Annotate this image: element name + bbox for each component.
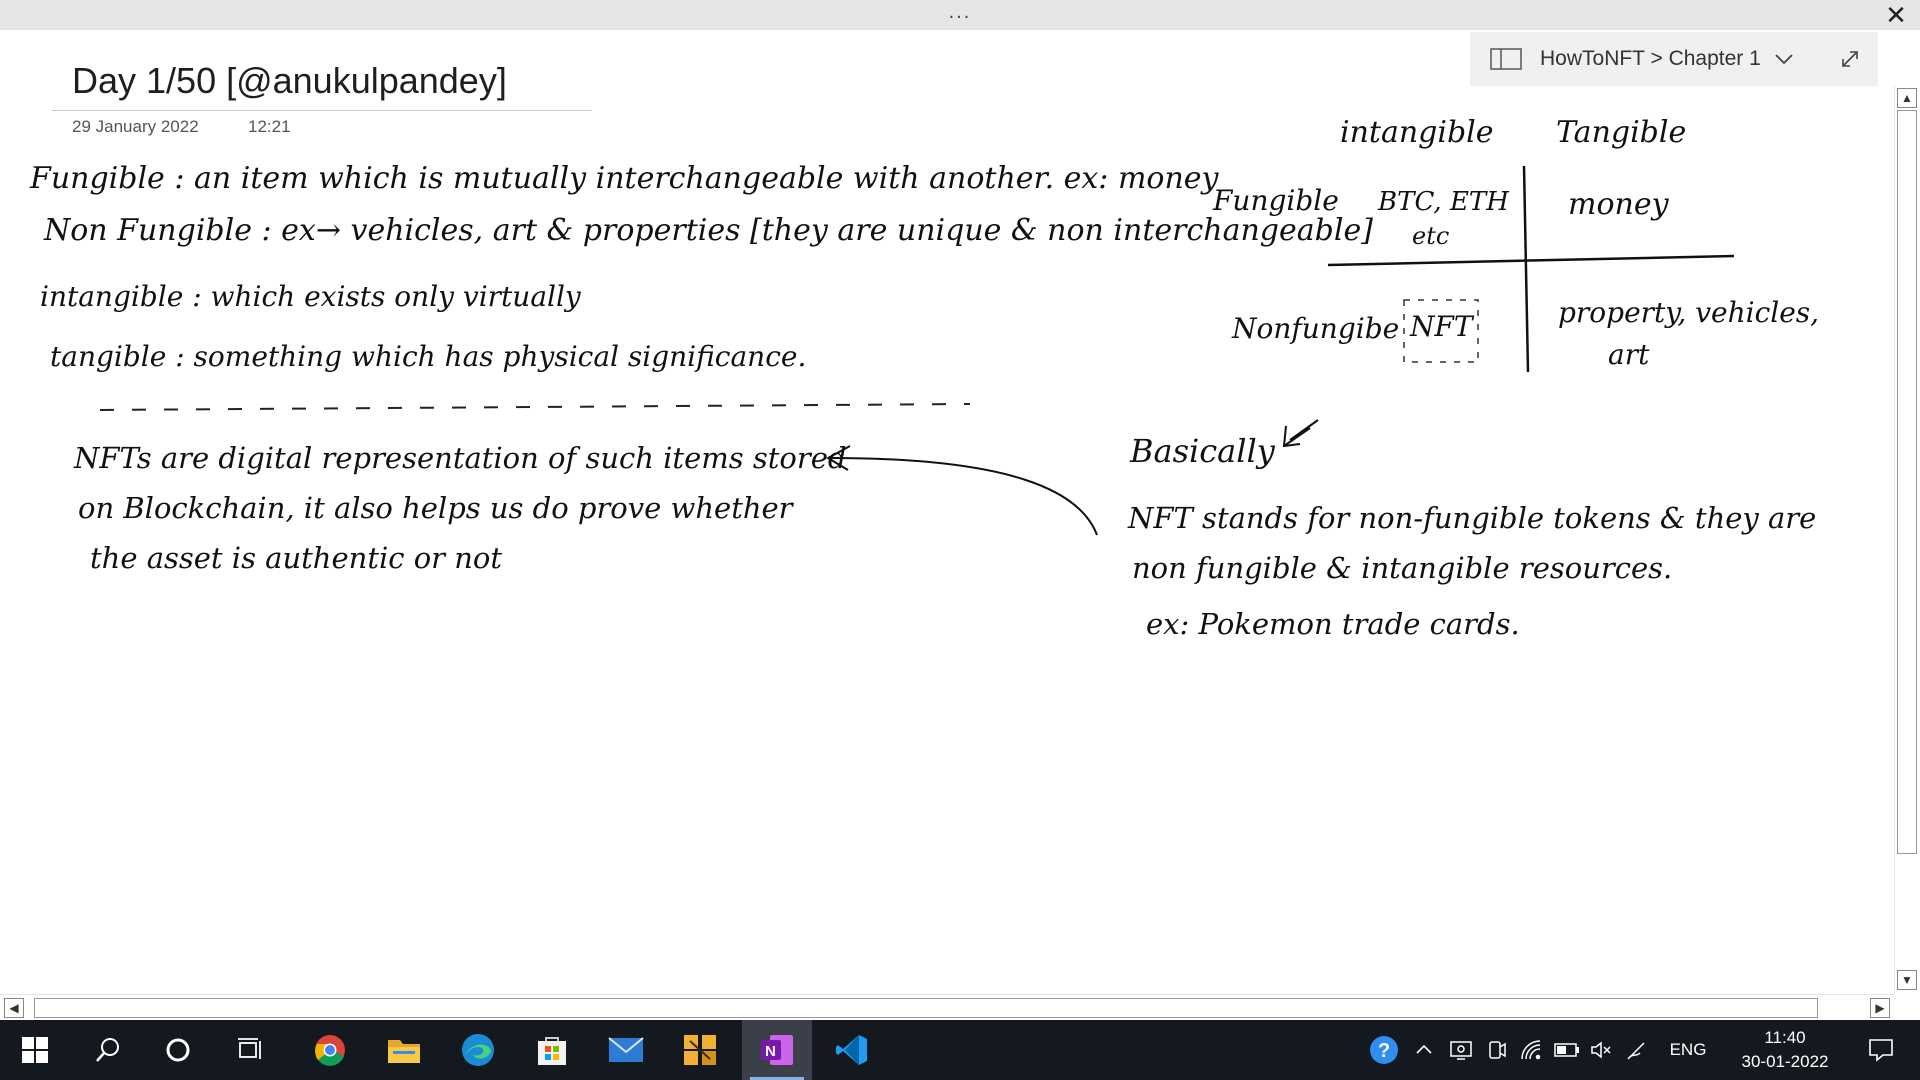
taskbar: N ? ENG 11:40 30-01-2022 bbox=[0, 1020, 1920, 1080]
section-divider bbox=[99, 403, 971, 411]
scroll-down-arrow-icon[interactable]: ▼ bbox=[1897, 970, 1917, 990]
note-fungible: Fungible : an item which is mutually int… bbox=[29, 161, 1220, 196]
scroll-right-arrow-icon[interactable]: ▶ bbox=[1870, 998, 1890, 1018]
chrome-app[interactable] bbox=[300, 1020, 360, 1080]
double-arrow-icon bbox=[1282, 419, 1319, 448]
note-non-fungible: Non Fungible : ex→ vehicles, art & prope… bbox=[43, 213, 1373, 248]
vscode-app[interactable] bbox=[822, 1020, 882, 1080]
note-basic-line-3: ex: Pokemon trade cards. bbox=[1146, 607, 1520, 641]
note-nft-line-3: the asset is authentic or not bbox=[90, 541, 502, 575]
battery-icon bbox=[1554, 1043, 1579, 1057]
edge-app[interactable] bbox=[448, 1020, 508, 1080]
vertical-scroll-thumb[interactable] bbox=[1897, 110, 1917, 854]
device-icon bbox=[1450, 1041, 1472, 1060]
scroll-up-arrow-icon[interactable]: ▲ bbox=[1897, 88, 1917, 108]
matrix-cell-nft: NFT bbox=[1409, 310, 1475, 343]
device-tray[interactable] bbox=[1446, 1020, 1476, 1080]
file-explorer-icon bbox=[388, 1040, 420, 1063]
matrix-header-tangible: Tangible bbox=[1556, 115, 1686, 150]
note-basic-line-1: NFT stands for non-fungible tokens & the… bbox=[1127, 501, 1816, 535]
search-icon bbox=[96, 1038, 119, 1062]
matrix-cell-btc-eth: BTC, ETH bbox=[1377, 187, 1510, 217]
note-basic-line-2: non fungible & intangible resources. bbox=[1132, 551, 1672, 585]
note-nft-line-1: NFTs are digital representation of such … bbox=[73, 441, 846, 475]
notification-icon bbox=[1869, 1039, 1893, 1062]
task-view-button[interactable] bbox=[222, 1020, 278, 1080]
start-button[interactable] bbox=[8, 1020, 62, 1080]
store-app[interactable] bbox=[522, 1020, 582, 1080]
matrix-vertical-line bbox=[1522, 165, 1530, 373]
note-basically: Basically bbox=[1129, 432, 1276, 470]
notifications-button[interactable] bbox=[1856, 1020, 1906, 1080]
pen-icon bbox=[1627, 1042, 1645, 1060]
wifi-tray[interactable] bbox=[1516, 1020, 1546, 1080]
edge-icon bbox=[462, 1034, 494, 1066]
arrow-stroke bbox=[829, 457, 1098, 536]
ink-canvas[interactable]: Fungible : an item which is mutually int… bbox=[0, 0, 1920, 1000]
note-nft-line-2: on Blockchain, it also helps us do prove… bbox=[78, 491, 795, 525]
matrix-header-intangible: intangible bbox=[1340, 115, 1494, 150]
matrix-cell-property: property, vehicles, bbox=[1558, 296, 1819, 329]
puzzle-app[interactable] bbox=[670, 1020, 730, 1080]
horizontal-scrollbar[interactable]: ◀ ▶ bbox=[0, 994, 1894, 1021]
camera-icon bbox=[1489, 1041, 1506, 1059]
meet-now-tray[interactable] bbox=[1482, 1020, 1512, 1080]
note-tangible: tangible : something which has physical … bbox=[50, 340, 806, 373]
volume-muted-icon bbox=[1591, 1041, 1611, 1059]
chevron-up-icon bbox=[1416, 1044, 1432, 1054]
matrix-cell-etc: etc bbox=[1412, 222, 1449, 250]
matrix-cell-art: art bbox=[1608, 338, 1650, 371]
task-view-icon bbox=[238, 1038, 261, 1059]
matrix-horizontal-line bbox=[1327, 254, 1735, 267]
horizontal-scroll-thumb[interactable] bbox=[34, 998, 1818, 1018]
file-explorer-app[interactable] bbox=[374, 1020, 434, 1080]
onenote-icon: N bbox=[761, 1035, 793, 1065]
clock[interactable]: 11:40 30-01-2022 bbox=[1720, 1026, 1850, 1074]
matrix-row-nonfungible: Nonfungibe bbox=[1231, 312, 1399, 345]
clock-date: 30-01-2022 bbox=[1741, 1052, 1829, 1071]
mail-app[interactable] bbox=[596, 1020, 656, 1080]
volume-tray[interactable] bbox=[1586, 1020, 1616, 1080]
matrix-row-fungible: Fungible bbox=[1212, 184, 1339, 217]
svg-text:N: N bbox=[765, 1043, 776, 1060]
help-icon: ? bbox=[1370, 1036, 1398, 1064]
store-icon bbox=[538, 1037, 566, 1065]
note-intangible: intangible : which exists only virtually bbox=[40, 280, 582, 313]
vertical-scrollbar[interactable]: ▲ ▼ bbox=[1894, 86, 1920, 994]
battery-tray[interactable] bbox=[1550, 1020, 1584, 1080]
language-label: ENG bbox=[1669, 1040, 1707, 1059]
wifi-icon bbox=[1521, 1040, 1541, 1060]
scroll-left-arrow-icon[interactable]: ◀ bbox=[4, 998, 24, 1018]
clock-time: 11:40 bbox=[1764, 1028, 1806, 1047]
pen-tray[interactable] bbox=[1622, 1020, 1652, 1080]
onenote-app[interactable]: N bbox=[742, 1020, 812, 1080]
language-indicator[interactable]: ENG bbox=[1660, 1020, 1716, 1080]
puzzle-app-icon bbox=[684, 1035, 716, 1065]
windows-icon bbox=[22, 1037, 48, 1063]
matrix-cell-money: money bbox=[1568, 187, 1670, 222]
vscode-icon bbox=[836, 1035, 867, 1065]
chrome-icon bbox=[315, 1035, 345, 1066]
svg-text:?: ? bbox=[1378, 1040, 1390, 1062]
cortana-icon bbox=[166, 1038, 190, 1062]
show-hidden-icons[interactable] bbox=[1410, 1020, 1438, 1080]
cortana-button[interactable] bbox=[150, 1020, 206, 1080]
search-button[interactable] bbox=[80, 1020, 136, 1080]
help-tray[interactable]: ? bbox=[1364, 1020, 1404, 1080]
mail-icon bbox=[608, 1037, 644, 1062]
